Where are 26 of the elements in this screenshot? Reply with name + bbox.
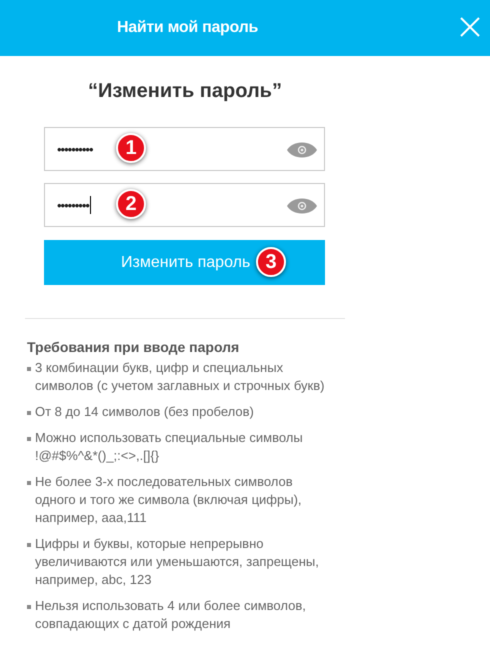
bullet-icon: [27, 605, 31, 609]
bullet-icon: [27, 481, 31, 485]
step-badge: 1: [116, 133, 146, 163]
password-field[interactable]: •••••••••• 1: [44, 127, 325, 171]
bullet-icon: [27, 367, 31, 371]
password-value: •••••••••: [57, 198, 89, 212]
password-field[interactable]: ••••••••• 2: [44, 183, 325, 227]
change-password-button[interactable]: Изменить пароль 3: [44, 240, 325, 285]
eye-icon[interactable]: [287, 142, 317, 158]
requirement-text: Нельзя использовать 4 или более символов, совпадающих с датой рождения: [35, 597, 307, 633]
requirements-title: Требования при вводе пароля: [27, 339, 240, 355]
requirement-text: 3 комбинации букв, цифр и специальных символов (с учетом заглавных и строчных букв): [35, 359, 326, 395]
step-badge: 3: [256, 247, 286, 277]
requirement-text: Цифры и буквы, которые непрерывно увеличиваются или уменьшаются, запрещены, например, abc, 123: [35, 535, 320, 589]
requirement-text: От 8 до 14 символов (без пробелов): [35, 403, 254, 421]
requirement-text: Не более 3-х последовательных символов одного и того же символа (включая цифры), например, aaa,111: [35, 473, 303, 527]
dialog-title: Найти мой пароль: [117, 19, 258, 37]
bullet-icon: [27, 411, 31, 415]
bullet-icon: [27, 543, 31, 547]
close-icon[interactable]: [460, 17, 480, 37]
step-badge: 2: [116, 189, 146, 219]
requirement-text: Можно использовать специальные символы !@#$%^&*()_;:<>,.[]{}: [35, 429, 304, 465]
eye-icon[interactable]: [287, 198, 317, 214]
page-heading: “Изменить пароль”: [87, 80, 283, 103]
password-value: ••••••••••: [57, 142, 93, 156]
bullet-icon: [27, 437, 31, 441]
